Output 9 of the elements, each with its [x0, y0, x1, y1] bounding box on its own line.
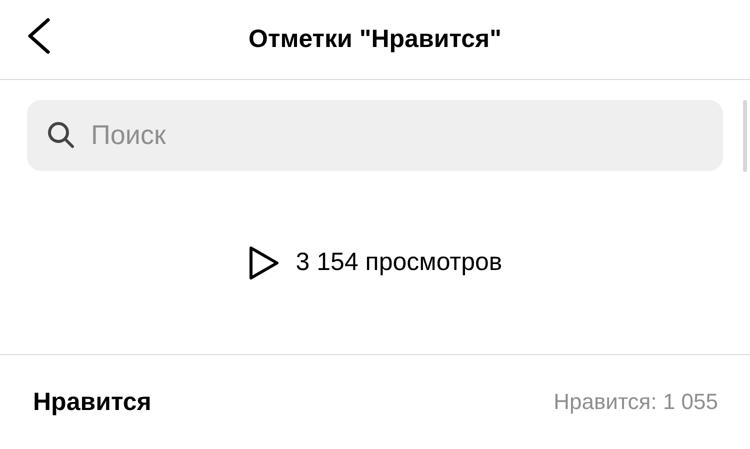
likes-label: Нравится: [33, 388, 152, 416]
scrollbar: [743, 100, 747, 172]
play-icon: [248, 244, 280, 280]
screen-title: Отметки "Нравится": [248, 25, 502, 54]
back-icon[interactable]: [26, 18, 52, 54]
views-count: 3 154 просмотров: [296, 248, 502, 277]
search-field[interactable]: Поиск: [27, 100, 723, 171]
likes-count: Нравится: 1 055: [554, 389, 718, 415]
search-icon: [47, 121, 75, 149]
